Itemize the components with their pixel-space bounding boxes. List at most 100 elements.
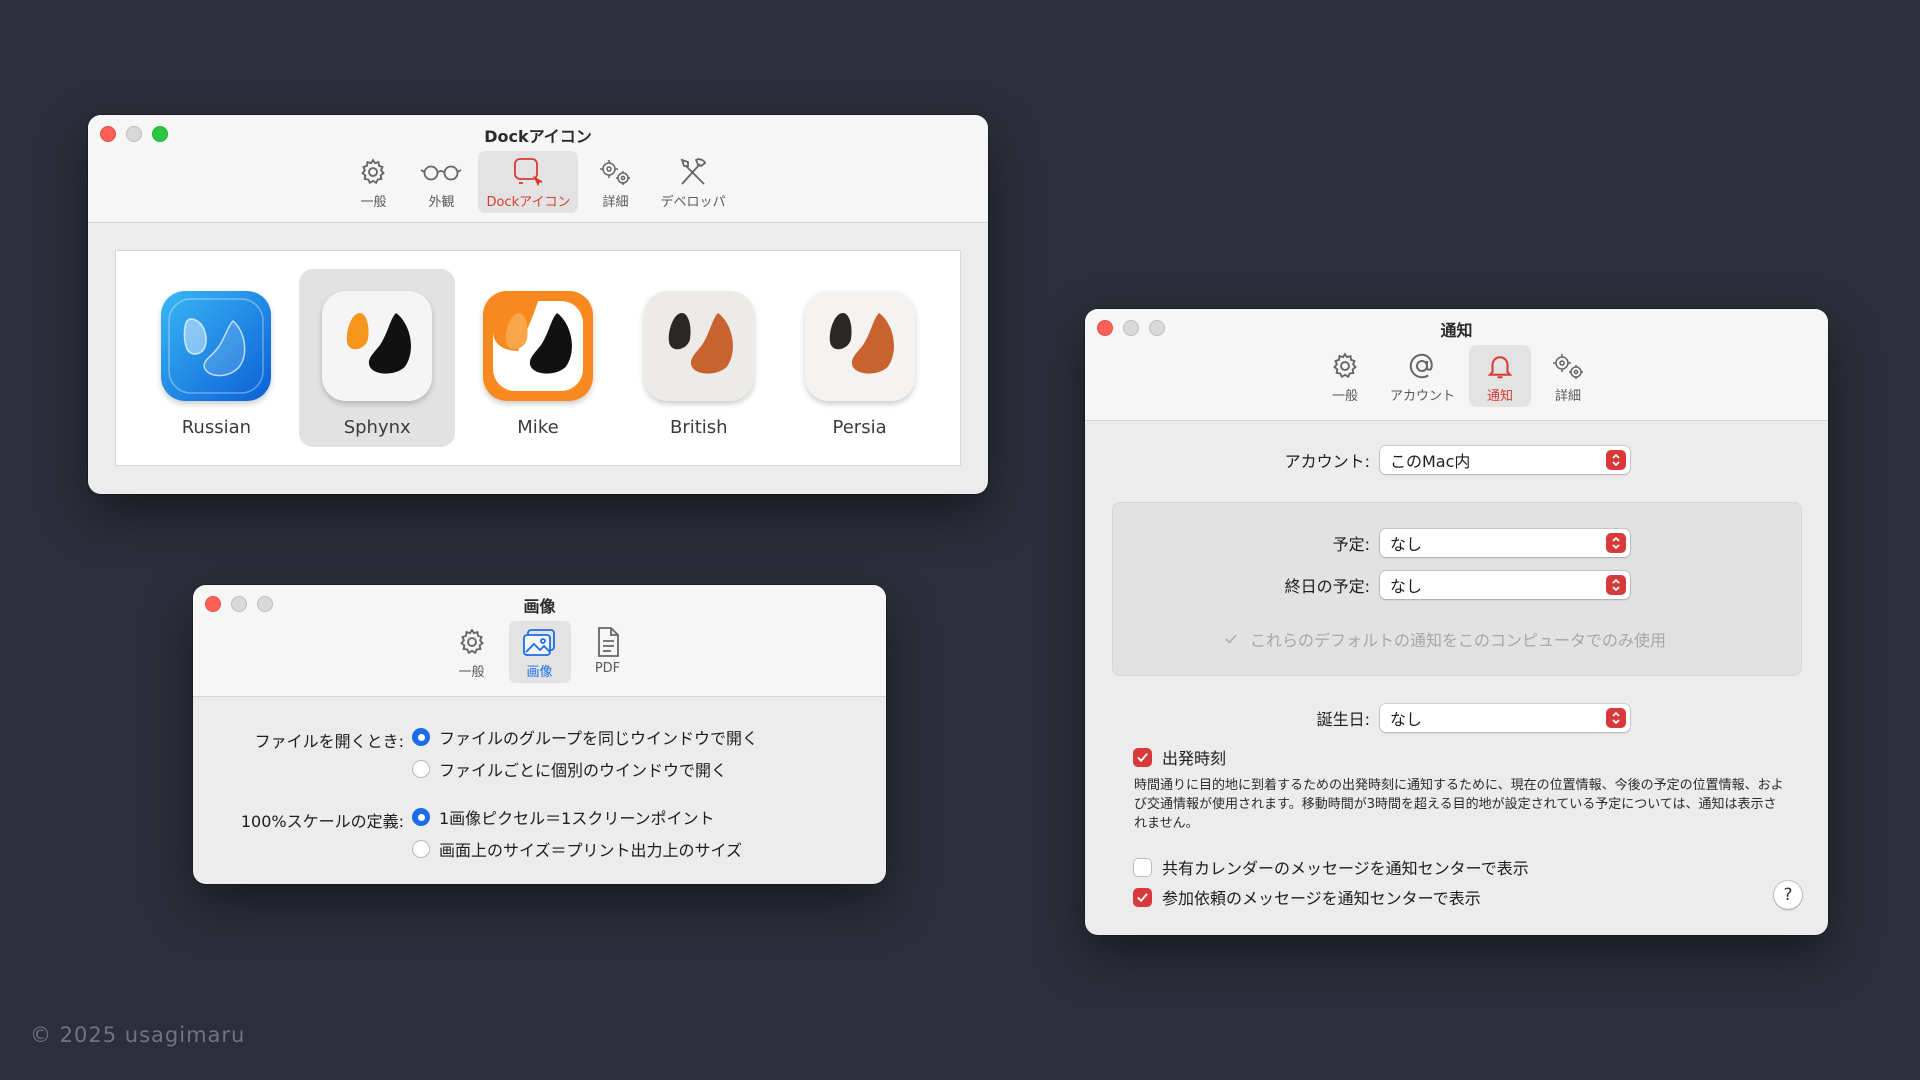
tab-label: 一般 [360,195,387,210]
radio-label: ファイルのグループを同じウインドウで開く [439,729,759,748]
all-day-label: 終日の予定: [1284,577,1370,596]
radio-separate-windows[interactable]: ファイルごとに個別のウインドウで開く [412,757,758,781]
tab-general[interactable]: 一般 [1314,345,1376,407]
tab-label: 詳細 [1554,389,1581,404]
british-app-icon [643,291,754,401]
shared-calendar-checkbox-row[interactable]: 共有カレンダーのメッセージを通知センターで表示 [1133,855,1529,879]
icon-option-label: Persia [832,417,887,438]
copyright-text: © 2025 usagimaru [30,1023,246,1047]
default-only-checkbox-row[interactable]: これらのデフォルトの通知をこのコンピュータでのみ使用 [1221,627,1666,651]
gears-icon [597,155,633,189]
account-label: アカウント: [1284,452,1370,471]
tab-advanced[interactable]: 詳細 [1537,345,1599,407]
tab-label: 通知 [1486,389,1513,404]
gear-icon [358,155,388,189]
tab-notifications[interactable]: 通知 [1469,345,1531,407]
document-icon [595,625,621,659]
invitations-checkbox-row[interactable]: 参加依頼のメッセージを通知センターで表示 [1133,885,1481,909]
preference-tabs: 一般 アカウント 通知 詳細 [1085,345,1828,407]
icon-option-label: British [669,417,728,438]
birthdays-label: 誕生日: [1316,710,1370,729]
icon-option-british[interactable]: British [621,269,777,447]
scale-setting: 100%スケールの定義: 1画像ピクセル＝1スクリーンポイント 画面上のサイズ＝… [207,805,742,861]
dock-icon-settings-window: Dockアイコン 一般 外観 Dockアイコン 詳細 デベロッパ Russian… [88,115,988,494]
tab-advanced[interactable]: 詳細 [584,151,646,213]
image-settings-window: 画像 一般 画像 PDF ファイルを開くとき: ファイルのグループを同じウインド… [193,585,886,884]
popup-value: なし [1390,710,1423,729]
persia-app-icon [804,291,915,401]
events-setting: 予定: なし [1085,529,1630,557]
events-label: 予定: [1332,535,1370,554]
account-setting: アカウント: このMac内 [1085,446,1630,474]
chevron-up-down-icon [1606,708,1626,728]
radio-label: 1画像ピクセル＝1スクリーンポイント [439,809,715,828]
toolbar: 画像 一般 画像 PDF [193,585,886,697]
departure-time-checkbox-row[interactable]: 出発時刻 [1133,745,1226,769]
radio-button[interactable] [412,840,430,858]
window-title: 画像 [523,597,556,616]
radio-pixel-point[interactable]: 1画像ピクセル＝1スクリーンポイント [412,805,742,829]
tab-label: 一般 [458,665,485,680]
tab-general[interactable]: 一般 [342,151,404,213]
open-files-label: ファイルを開くとき: [254,732,404,751]
icon-option-label: Russian [181,417,252,438]
tab-label: 詳細 [602,195,629,210]
tab-developer[interactable]: デベロッパ [652,151,733,213]
tab-dock-icon[interactable]: Dockアイコン [478,151,579,213]
sphynx-app-icon [322,291,433,401]
account-popup[interactable]: このMac内 [1380,446,1630,474]
russian-app-icon [161,291,272,401]
chevron-up-down-icon [1606,450,1626,470]
toolbar: Dockアイコン 一般 外観 Dockアイコン 詳細 デベロッパ [88,115,988,223]
checkmark-icon[interactable] [1221,630,1240,649]
checkbox[interactable] [1133,747,1152,767]
tab-label: デベロッパ [660,195,726,210]
radio-button[interactable] [412,760,430,778]
open-files-setting: ファイルを開くとき: ファイルのグループを同じウインドウで開く ファイルごとに個… [207,725,758,781]
toolbar: 通知 一般 アカウント 通知 詳細 [1085,309,1828,421]
chevron-up-down-icon [1606,575,1626,595]
checkbox-label: 共有カレンダーのメッセージを通知センターで表示 [1162,859,1529,878]
radio-button[interactable] [412,808,430,826]
gear-icon [1330,349,1360,383]
tab-label: 外観 [428,195,455,210]
checkbox-label: 参加依頼のメッセージを通知センターで表示 [1162,889,1481,908]
dock-icon-icon [511,155,545,189]
all-day-popup[interactable]: なし [1380,571,1630,599]
checkbox-label: これらのデフォルトの通知をこのコンピュータでのみ使用 [1250,631,1667,650]
birthdays-popup[interactable]: なし [1380,704,1630,732]
popup-value: なし [1390,577,1423,596]
tab-label: PDF [594,661,621,676]
notification-settings-window: 通知 一般 アカウント 通知 詳細 アカウント: このMac内 予定: なし 終… [1085,309,1828,935]
radio-same-window[interactable]: ファイルのグループを同じウインドウで開く [412,725,758,749]
scale-label: 100%スケールの定義: [240,812,404,831]
radio-button[interactable] [412,728,430,746]
tab-image[interactable]: 画像 [508,621,571,683]
tools-icon [676,155,710,189]
help-button[interactable]: ? [1774,881,1802,909]
tab-accounts[interactable]: アカウント [1382,345,1463,407]
checkbox[interactable] [1133,857,1152,877]
icon-option-persia[interactable]: Persia [782,269,938,447]
gear-icon [457,625,487,659]
checkbox[interactable] [1133,887,1152,907]
tab-appearance[interactable]: 外観 [410,151,472,213]
photos-icon [522,625,558,659]
events-popup[interactable]: なし [1380,529,1630,557]
checkbox-label: 出発時刻 [1162,749,1227,768]
bell-icon [1485,349,1515,383]
glasses-icon [420,155,462,189]
tab-label: 画像 [526,665,553,680]
all-day-setting: 終日の予定: なし [1085,571,1630,599]
window-title: 通知 [1440,321,1473,340]
icon-option-mike[interactable]: Mike [460,269,616,447]
tab-label: アカウント [1389,389,1455,404]
radio-label: ファイルごとに個別のウインドウで開く [439,761,728,780]
icon-option-sphynx[interactable]: Sphynx [299,269,456,447]
tab-general[interactable]: 一般 [441,621,503,683]
icon-option-russian[interactable]: Russian [138,269,294,447]
popup-value: なし [1390,535,1423,554]
tab-pdf[interactable]: PDF [577,621,639,683]
popup-value: このMac内 [1390,452,1471,471]
radio-print-size[interactable]: 画面上のサイズ＝プリント出力上のサイズ [412,837,742,861]
